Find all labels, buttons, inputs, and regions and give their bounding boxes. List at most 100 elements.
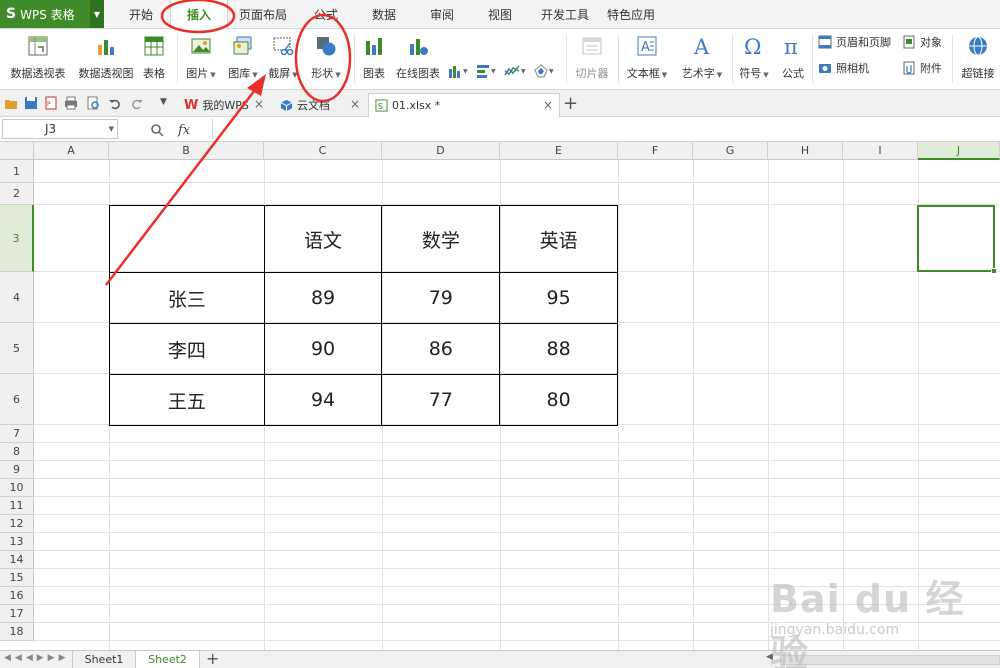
column-chart-button[interactable]: ▼ bbox=[448, 62, 472, 80]
column-header-e[interactable]: E bbox=[500, 142, 618, 160]
sheet-tab-sheet1[interactable]: Sheet1 bbox=[72, 651, 136, 668]
tab-view[interactable]: 视图 bbox=[480, 0, 520, 29]
row-header-7[interactable]: 7 bbox=[0, 425, 34, 443]
line-chart-button[interactable]: ▼ bbox=[504, 62, 528, 80]
table-cell[interactable]: 英语 bbox=[499, 205, 618, 273]
column-header-j[interactable]: J bbox=[918, 142, 1000, 160]
row-header-11[interactable]: 11 bbox=[0, 497, 34, 515]
customize-dropdown-icon[interactable]: ▼ bbox=[160, 97, 167, 107]
export-pdf-icon[interactable]: P bbox=[44, 96, 58, 110]
symbol-button[interactable]: Ω 符号 ▼ bbox=[736, 31, 772, 87]
open-folder-icon[interactable] bbox=[4, 96, 18, 110]
table-cell[interactable]: 77 bbox=[381, 374, 501, 426]
chevron-down-icon[interactable]: ▼ bbox=[109, 120, 114, 138]
column-header-f[interactable]: F bbox=[618, 142, 693, 160]
table-button[interactable]: 表格 bbox=[140, 31, 168, 87]
object-button[interactable]: 对象 bbox=[902, 32, 942, 52]
doc-tab-my-wps[interactable]: W 我的WPS × bbox=[178, 93, 270, 117]
table-cell[interactable]: 95 bbox=[499, 272, 618, 324]
doc-tab-file[interactable]: S 01.xlsx * × bbox=[368, 93, 560, 117]
sheet-tab-sheet2[interactable]: Sheet2 bbox=[136, 651, 200, 668]
selected-cell-j3[interactable] bbox=[917, 205, 995, 272]
tab-special[interactable]: 特色应用 bbox=[602, 0, 660, 29]
tab-developer[interactable]: 开发工具 bbox=[536, 0, 594, 29]
row-header-14[interactable]: 14 bbox=[0, 551, 34, 569]
row-header-2[interactable]: 2 bbox=[0, 183, 34, 205]
row-header-1[interactable]: 1 bbox=[0, 160, 34, 183]
add-sheet-icon[interactable]: + bbox=[206, 649, 219, 668]
row-header-3[interactable]: 3 bbox=[0, 205, 34, 272]
sheet-nav-arrows-icon[interactable]: ◀◀◀▶▶▶ bbox=[4, 653, 70, 663]
table-cell[interactable]: 王五 bbox=[109, 374, 265, 426]
close-icon[interactable]: × bbox=[350, 97, 360, 111]
row-header-17[interactable]: 17 bbox=[0, 605, 34, 623]
camera-button[interactable]: 照相机 bbox=[818, 58, 869, 78]
tab-insert[interactable]: 插入 bbox=[170, 0, 228, 30]
print-icon[interactable] bbox=[64, 96, 78, 110]
tab-data[interactable]: 数据 bbox=[364, 0, 404, 29]
table-cell[interactable]: 语文 bbox=[263, 205, 383, 273]
close-icon[interactable]: × bbox=[254, 97, 264, 111]
table-cell[interactable]: 94 bbox=[263, 374, 383, 426]
print-preview-icon[interactable] bbox=[86, 96, 100, 110]
spreadsheet-grid[interactable]: A B C D E F G H I J 1 2 3 4 5 6 7 8 9 10… bbox=[0, 142, 1000, 650]
save-icon[interactable] bbox=[24, 96, 38, 110]
row-header-4[interactable]: 4 bbox=[0, 272, 34, 323]
table-cell[interactable]: 90 bbox=[263, 323, 383, 375]
picture-button[interactable]: 图片 ▼ bbox=[182, 31, 220, 87]
formula-button[interactable]: π 公式 bbox=[778, 31, 808, 87]
pivot-chart-button[interactable]: 数据透视图 bbox=[74, 31, 138, 87]
table-cell[interactable]: 80 bbox=[499, 374, 618, 426]
row-header-13[interactable]: 13 bbox=[0, 533, 34, 551]
pivot-table-button[interactable]: 数据透视表 bbox=[6, 31, 70, 87]
tab-review[interactable]: 审阅 bbox=[422, 0, 462, 29]
app-menu-button[interactable]: S WPS 表格 ▼ bbox=[0, 0, 104, 28]
fill-handle[interactable] bbox=[991, 268, 997, 274]
chevron-down-icon[interactable]: ▼ bbox=[90, 0, 104, 28]
table-cell[interactable]: 89 bbox=[263, 272, 383, 324]
column-header-b[interactable]: B bbox=[109, 142, 264, 160]
doc-tab-cloud[interactable]: 云文档 × bbox=[276, 93, 366, 117]
header-footer-button[interactable]: 页眉和页脚 bbox=[818, 32, 891, 52]
column-header-i[interactable]: I bbox=[843, 142, 918, 160]
table-cell[interactable]: 79 bbox=[381, 272, 501, 324]
table-cell[interactable]: 88 bbox=[499, 323, 618, 375]
table-cell[interactable] bbox=[109, 205, 265, 273]
table-cell[interactable]: 86 bbox=[381, 323, 501, 375]
table-cell[interactable]: 数学 bbox=[381, 205, 501, 273]
attachment-button[interactable]: 附件 bbox=[902, 58, 942, 78]
tab-page-layout[interactable]: 页面布局 bbox=[234, 0, 292, 29]
row-header-6[interactable]: 6 bbox=[0, 374, 34, 425]
chart-button[interactable]: 图表 bbox=[360, 31, 388, 87]
fx-icon[interactable]: fx bbox=[178, 123, 190, 138]
column-header-c[interactable]: C bbox=[264, 142, 382, 160]
row-header-10[interactable]: 10 bbox=[0, 479, 34, 497]
wordart-button[interactable]: A 艺术字 ▼ bbox=[678, 31, 726, 87]
formula-input[interactable] bbox=[212, 119, 998, 139]
online-chart-button[interactable]: 在线图表 bbox=[392, 31, 444, 87]
horizontal-scrollbar[interactable] bbox=[780, 655, 1000, 665]
row-header-9[interactable]: 9 bbox=[0, 461, 34, 479]
tab-home[interactable]: 开始 bbox=[118, 0, 164, 29]
new-tab-icon[interactable]: + bbox=[563, 93, 578, 114]
undo-icon[interactable] bbox=[108, 96, 122, 110]
slicer-button[interactable]: 切片器 bbox=[572, 31, 612, 87]
column-header-g[interactable]: G bbox=[693, 142, 768, 160]
hyperlink-button[interactable]: 超链接 bbox=[958, 31, 998, 87]
row-header-12[interactable]: 12 bbox=[0, 515, 34, 533]
column-header-h[interactable]: H bbox=[768, 142, 843, 160]
row-header-15[interactable]: 15 bbox=[0, 569, 34, 587]
tab-formulas[interactable]: 公式 bbox=[306, 0, 346, 29]
gallery-button[interactable]: 图库 ▼ bbox=[224, 31, 262, 87]
scroll-left-icon[interactable]: ◀ bbox=[766, 652, 773, 662]
textbox-button[interactable]: A 文本框 ▼ bbox=[624, 31, 670, 87]
redo-icon[interactable] bbox=[130, 96, 144, 110]
select-all-corner[interactable] bbox=[0, 142, 34, 160]
row-header-18[interactable]: 18 bbox=[0, 623, 34, 641]
column-header-d[interactable]: D bbox=[382, 142, 500, 160]
row-header-16[interactable]: 16 bbox=[0, 587, 34, 605]
row-header-8[interactable]: 8 bbox=[0, 443, 34, 461]
close-icon[interactable]: × bbox=[543, 98, 553, 112]
radar-chart-button[interactable]: ▼ bbox=[534, 62, 558, 80]
table-cell[interactable]: 李四 bbox=[109, 323, 265, 375]
